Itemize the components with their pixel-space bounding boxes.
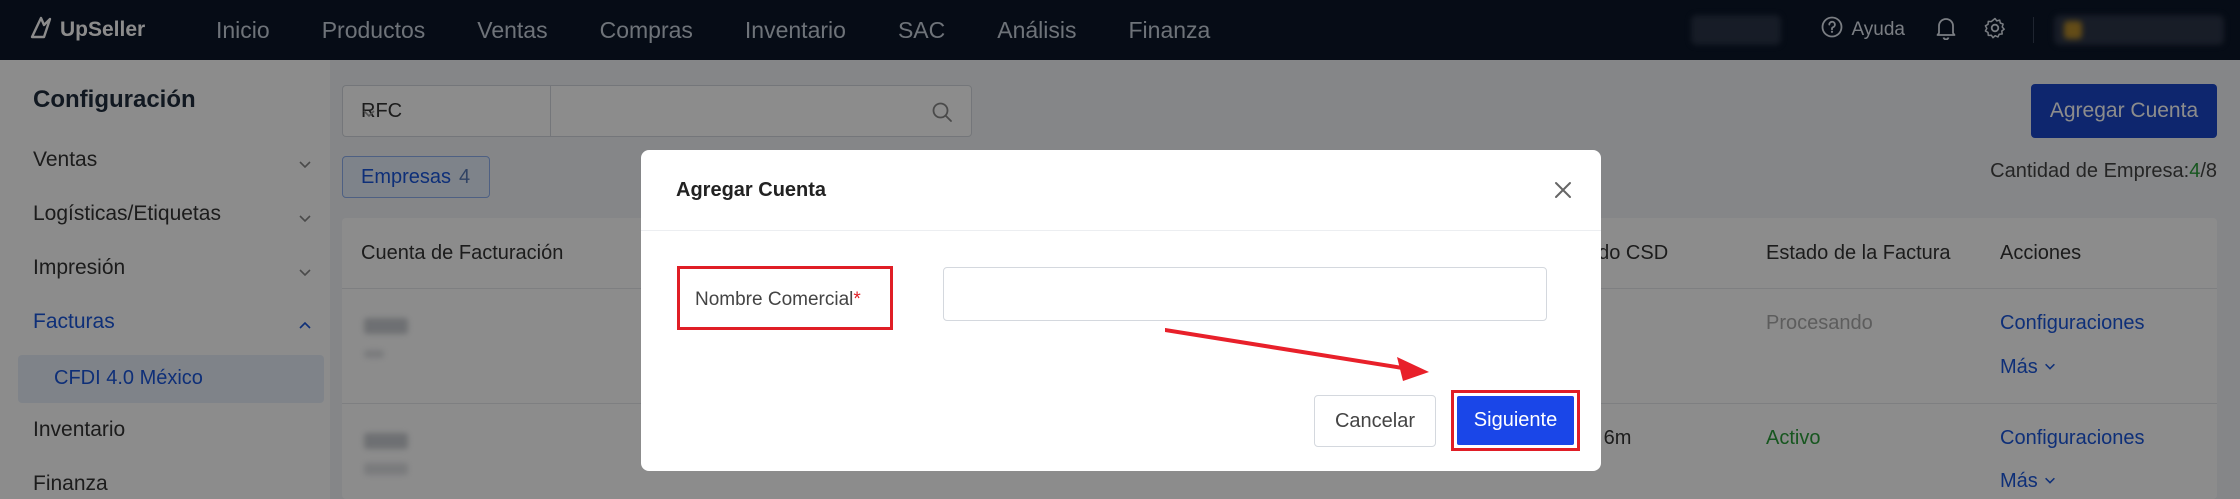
annotation-arrow-icon <box>1165 328 1429 381</box>
cancel-button[interactable]: Cancelar <box>1314 395 1436 447</box>
next-button[interactable]: Siguiente <box>1457 396 1574 445</box>
trade-name-label: Nombre Comercial* <box>695 289 861 311</box>
trade-name-label-text: Nombre Comercial <box>695 289 854 310</box>
dialog-header-divider <box>641 230 1601 231</box>
close-button[interactable] <box>1553 180 1573 205</box>
highlight-box-label: Nombre Comercial* <box>677 266 893 330</box>
close-icon <box>1553 182 1573 204</box>
required-asterisk: * <box>853 289 861 310</box>
add-account-dialog: Agregar Cuenta Nombre Comercial* Cancela… <box>641 150 1601 471</box>
highlight-box-next: Siguiente <box>1451 390 1580 451</box>
dialog-title: Agregar Cuenta <box>676 179 827 201</box>
trade-name-input[interactable] <box>943 267 1547 321</box>
